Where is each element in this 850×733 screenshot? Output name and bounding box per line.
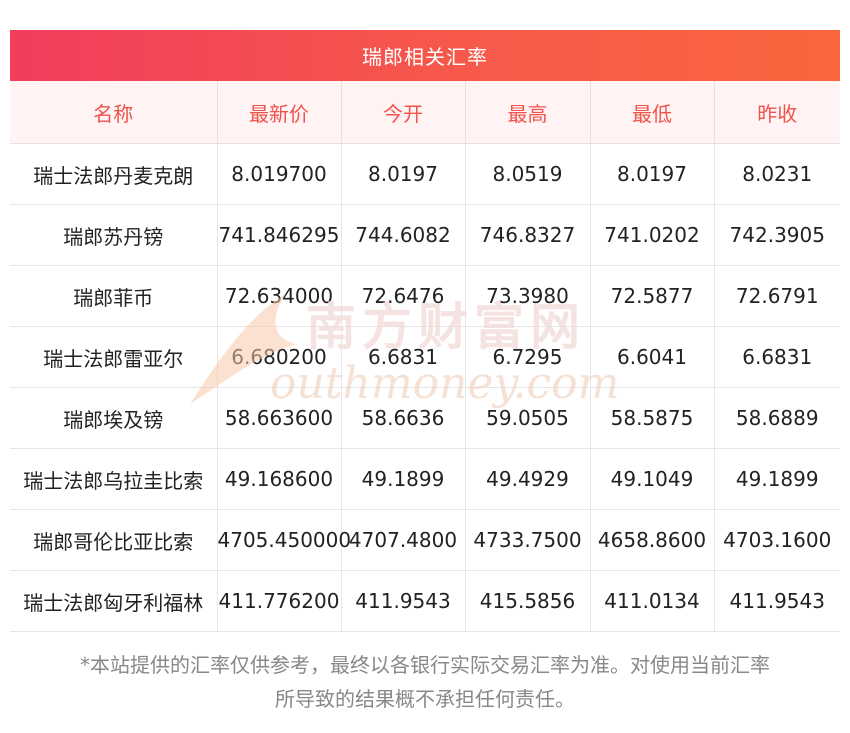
cell-name: 瑞士法郎雷亚尔 (10, 326, 218, 388)
cell-latest: 72.634000 (217, 265, 342, 327)
cell-high: 415.5856 (465, 570, 591, 632)
cell-latest: 58.663600 (217, 387, 342, 449)
column-header-name: 名称 (10, 81, 218, 144)
cell-prev-close: 742.3905 (714, 204, 840, 266)
cell-high: 4733.7500 (465, 509, 591, 571)
cell-prev-close: 6.6831 (714, 326, 840, 388)
cell-latest: 411.776200 (217, 570, 342, 632)
cell-open: 72.6476 (341, 265, 466, 327)
cell-low: 72.5877 (590, 265, 715, 327)
disclaimer-line-2: 所导致的结果概不承担任何责任。 (275, 687, 575, 711)
column-header-prev-close: 昨收 (714, 81, 840, 144)
table-row: 瑞士法郎匈牙利福林 411.776200 411.9543 415.5856 4… (10, 570, 840, 632)
table-row: 瑞郎菲币 72.634000 72.6476 73.3980 72.5877 7… (10, 265, 840, 327)
cell-high: 746.8327 (465, 204, 591, 266)
cell-low: 741.0202 (590, 204, 715, 266)
cell-low: 58.5875 (590, 387, 715, 449)
column-header-latest: 最新价 (217, 81, 342, 144)
cell-open: 49.1899 (341, 448, 466, 510)
cell-prev-close: 8.0231 (714, 143, 840, 205)
cell-low: 411.0134 (590, 570, 715, 632)
cell-name: 瑞郎哥伦比亚比索 (10, 509, 218, 571)
cell-name: 瑞士法郎匈牙利福林 (10, 570, 218, 632)
table-row: 瑞郎哥伦比亚比索 4705.450000 4707.4800 4733.7500… (10, 509, 840, 571)
cell-low: 49.1049 (590, 448, 715, 510)
cell-open: 8.0197 (341, 143, 466, 205)
table-row: 瑞士法郎雷亚尔 6.680200 6.6831 6.7295 6.6041 6.… (10, 326, 840, 388)
cell-open: 58.6636 (341, 387, 466, 449)
cell-prev-close: 58.6889 (714, 387, 840, 449)
cell-open: 4707.4800 (341, 509, 466, 571)
cell-open: 744.6082 (341, 204, 466, 266)
table-title: 瑞郎相关汇率 (10, 30, 840, 81)
cell-low: 6.6041 (590, 326, 715, 388)
disclaimer: *本站提供的汇率仅供参考，最终以各银行实际交易汇率为准。对使用当前汇率 所导致的… (0, 648, 850, 716)
cell-prev-close: 4703.1600 (714, 509, 840, 571)
rate-table: 名称 最新价 今开 最高 最低 昨收 瑞士法郎丹麦克朗 8.019700 8.0… (10, 81, 840, 632)
cell-latest: 6.680200 (217, 326, 342, 388)
cell-prev-close: 72.6791 (714, 265, 840, 327)
cell-high: 8.0519 (465, 143, 591, 205)
column-header-low: 最低 (590, 81, 715, 144)
table-header-row: 名称 最新价 今开 最高 最低 昨收 (10, 81, 840, 144)
cell-open: 6.6831 (341, 326, 466, 388)
cell-name: 瑞郎埃及镑 (10, 387, 218, 449)
cell-latest: 49.168600 (217, 448, 342, 510)
cell-name: 瑞士法郎丹麦克朗 (10, 143, 218, 205)
cell-high: 73.3980 (465, 265, 591, 327)
cell-latest: 4705.450000 (217, 509, 351, 571)
cell-high: 49.4929 (465, 448, 591, 510)
column-header-open: 今开 (341, 81, 466, 144)
cell-prev-close: 411.9543 (714, 570, 840, 632)
cell-high: 59.0505 (465, 387, 591, 449)
table-row: 瑞士法郎丹麦克朗 8.019700 8.0197 8.0519 8.0197 8… (10, 143, 840, 205)
cell-latest: 8.019700 (217, 143, 342, 205)
table-row: 瑞士法郎乌拉圭比索 49.168600 49.1899 49.4929 49.1… (10, 448, 840, 510)
cell-low: 4658.8600 (590, 509, 715, 571)
column-header-high: 最高 (465, 81, 591, 144)
cell-high: 6.7295 (465, 326, 591, 388)
disclaimer-line-1: *本站提供的汇率仅供参考，最终以各银行实际交易汇率为准。对使用当前汇率 (80, 653, 770, 677)
cell-name: 瑞士法郎乌拉圭比索 (10, 448, 218, 510)
cell-name: 瑞郎菲币 (10, 265, 218, 327)
table-row: 瑞郎埃及镑 58.663600 58.6636 59.0505 58.5875 … (10, 387, 840, 449)
cell-prev-close: 49.1899 (714, 448, 840, 510)
cell-open: 411.9543 (341, 570, 466, 632)
cell-name: 瑞郎苏丹镑 (10, 204, 218, 266)
cell-low: 8.0197 (590, 143, 715, 205)
cell-latest: 741.846295 (217, 204, 342, 266)
rate-table-panel: 瑞郎相关汇率 名称 最新价 今开 最高 最低 昨收 瑞士法郎丹麦克朗 8.019… (10, 30, 840, 632)
table-row: 瑞郎苏丹镑 741.846295 744.6082 746.8327 741.0… (10, 204, 840, 266)
